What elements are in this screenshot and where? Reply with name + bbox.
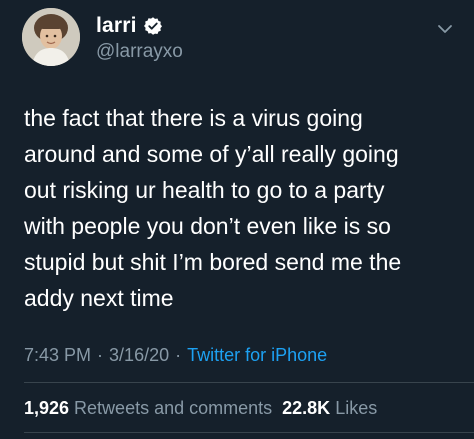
meta-separator: · [175, 345, 182, 365]
user-handle[interactable]: @larrayxo [96, 41, 183, 63]
divider [24, 432, 474, 433]
meta-separator: · [97, 345, 104, 365]
divider [24, 382, 474, 383]
tweet-date[interactable]: 3/16/20 [109, 345, 169, 366]
avatar[interactable] [22, 8, 80, 66]
tweet-card: larri @larrayxo the fact that there is a… [0, 0, 474, 439]
chevron-down-icon[interactable] [436, 20, 454, 38]
retweets-count[interactable]: 1,926 [24, 398, 69, 419]
display-name[interactable]: larri [96, 14, 137, 38]
retweets-label[interactable]: Retweets and comments [74, 398, 272, 419]
likes-count[interactable]: 22.8K [282, 398, 330, 419]
tweet-stats: 1,926 Retweets and comments 22.8K Likes [24, 398, 377, 419]
verified-badge-icon [143, 16, 163, 36]
tweet-source-link[interactable]: Twitter for iPhone [187, 345, 327, 366]
tweet-meta: 7:43 PM · 3/16/20 · Twitter for iPhone [24, 345, 327, 366]
tweet-time[interactable]: 7:43 PM [24, 345, 91, 366]
tweet-text: the fact that there is a virus going aro… [24, 105, 402, 311]
likes-label[interactable]: Likes [335, 398, 377, 419]
author-name-row[interactable]: larri [96, 12, 163, 40]
